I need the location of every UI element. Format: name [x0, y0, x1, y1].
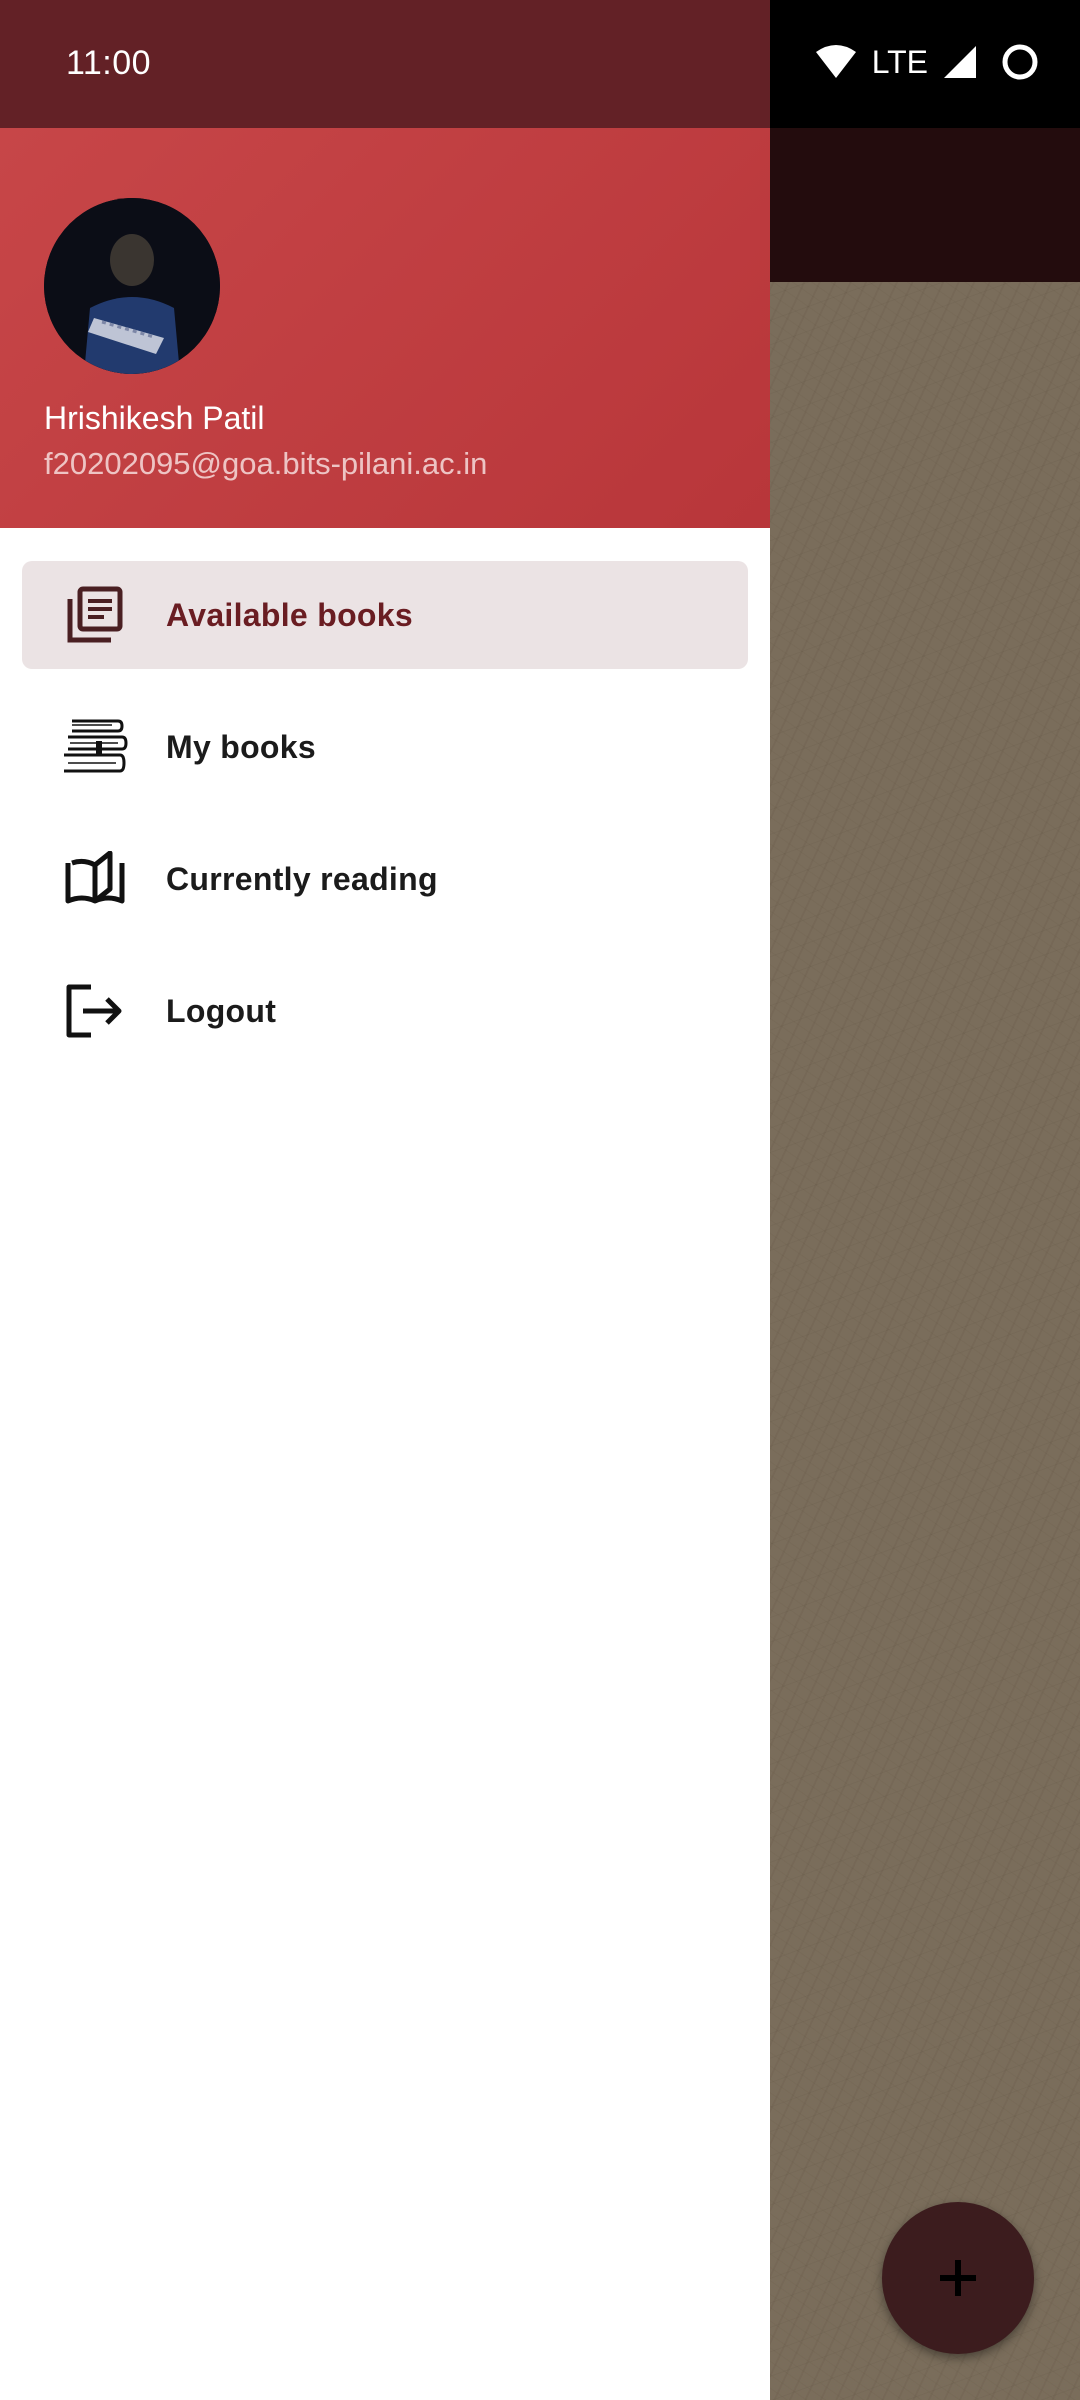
menu-label-logout: Logout: [166, 992, 277, 1029]
avatar-photo: [44, 198, 220, 374]
battery-icon: [1002, 44, 1038, 80]
open-book-icon: [62, 846, 128, 912]
menu-label-currently-reading: Currently reading: [166, 860, 438, 897]
user-email: f20202095@goa.bits-pilani.ac.in: [44, 446, 488, 481]
signal-icon: [944, 46, 976, 78]
wifi-icon: [815, 45, 856, 78]
library-books-icon: [62, 582, 128, 648]
network-type: LTE: [871, 43, 928, 80]
status-icons: LTE: [814, 42, 1040, 82]
menu-item-currently-reading[interactable]: Currently reading: [22, 825, 748, 933]
menu-item-my-books[interactable]: My books: [22, 693, 748, 801]
menu-label-my-books: My books: [166, 728, 316, 765]
menu-label-available-books: Available books: [166, 596, 413, 633]
add-fab-button[interactable]: [882, 2202, 1034, 2354]
navigation-drawer: Hrishikesh Patil f20202095@goa.bits-pila…: [0, 128, 770, 2400]
menu-item-logout[interactable]: Logout: [22, 957, 748, 1065]
book-stack-icon: [62, 714, 128, 780]
user-name: Hrishikesh Patil: [44, 400, 265, 436]
menu-item-available-books[interactable]: Available books: [22, 561, 748, 669]
status-time: 11:00: [66, 44, 152, 82]
logout-icon: [62, 978, 128, 1044]
avatar[interactable]: [44, 198, 220, 374]
plus-icon: [940, 2260, 976, 2296]
status-bar: 11:00 LTE: [0, 0, 1080, 128]
drawer-header: Hrishikesh Patil f20202095@goa.bits-pila…: [0, 128, 770, 528]
